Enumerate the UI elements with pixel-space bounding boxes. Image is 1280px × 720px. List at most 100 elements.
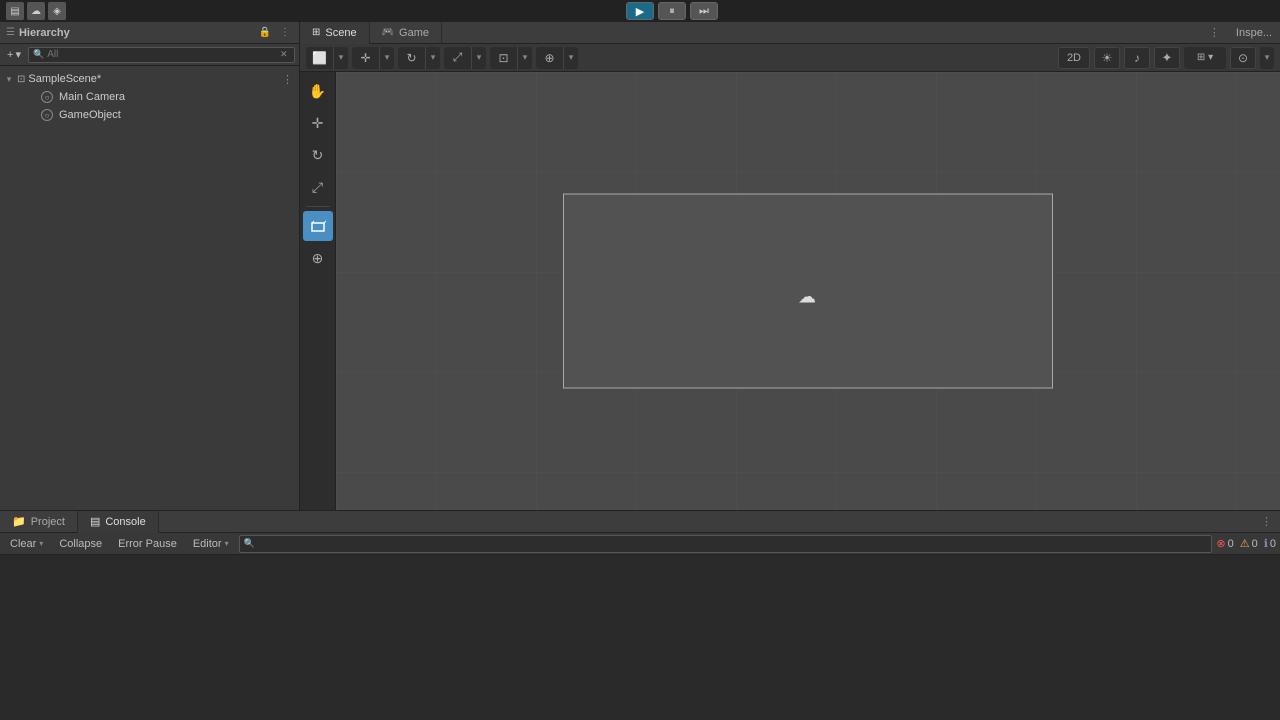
left-tool-scale[interactable]: ⤢: [303, 172, 333, 202]
gameobject-label: GameObject: [59, 109, 121, 121]
tab-game[interactable]: 🎮 Game: [370, 22, 442, 44]
tool-group-rotate: ↻ ▾: [398, 47, 440, 69]
error-icon: ⊗: [1216, 537, 1225, 550]
hierarchy-search-input[interactable]: [47, 49, 274, 60]
hierarchy-lock-btn[interactable]: 🔒: [257, 25, 273, 41]
warning-icon: ⚠: [1240, 537, 1250, 550]
collapse-btn[interactable]: Collapse: [53, 535, 108, 553]
scene-panel: ⊞ Scene 🎮 Game ⋮ Inspe... ⬜ ▾ ✛ ▾: [300, 22, 1280, 510]
console-content: [0, 555, 1280, 720]
pause-button[interactable]: ⏸: [658, 2, 686, 20]
scene-toolbar: ⬜ ▾ ✛ ▾ ↻ ▾ ⤢ ▾ ⊡ ▾ ⊕ ▾: [300, 44, 1280, 72]
left-toolbar: ✋ ✛ ↻ ⤢ ⊕: [300, 72, 336, 510]
scene-tabs: ⊞ Scene 🎮 Game ⋮ Inspe...: [300, 22, 1280, 44]
left-tool-move[interactable]: ✛: [303, 108, 333, 138]
grid-icon[interactable]: ▤: [6, 2, 24, 20]
console-search-input[interactable]: [258, 538, 1208, 549]
scene-tab-label: Scene: [325, 27, 356, 39]
tool-group-combined: ⊕ ▾: [536, 47, 578, 69]
top-bar: ▤ ☁ ◈ ▶ ⏸ ⏭: [0, 0, 1280, 22]
tool-combined-arrow[interactable]: ▾: [564, 47, 578, 69]
hierarchy-panel: ☰ Hierarchy 🔒 ⋮ + ▾ 🔍 ✕ ▾ ⊡ SampleS: [0, 22, 300, 510]
tool-combined-btn[interactable]: ⊕: [536, 47, 564, 69]
editor-btn[interactable]: Editor ▾: [187, 535, 235, 553]
left-tool-hand[interactable]: ✋: [303, 76, 333, 106]
play-button[interactable]: ▶: [626, 2, 654, 20]
tool-rect-btn[interactable]: ⊡: [490, 47, 518, 69]
tool-scale-arrow[interactable]: ▾: [472, 47, 486, 69]
scene-options-btn[interactable]: ⋮: [282, 73, 299, 86]
info-count-display[interactable]: ℹ 0: [1264, 537, 1276, 550]
tool-move-btn[interactable]: ✛: [352, 47, 380, 69]
info-count-label: 0: [1270, 538, 1276, 550]
add-plus-label: +: [7, 49, 13, 61]
tool-select-arrow[interactable]: ▾: [334, 47, 348, 69]
scene-expand-arrow: ▾: [4, 74, 14, 85]
hierarchy-content: ▾ ⊡ SampleScene* ⋮ ○ Main Camera ○ GameO…: [0, 66, 299, 510]
project-tab-icon: 📁: [12, 515, 26, 528]
scene-cloud-icon: ☁: [798, 286, 816, 307]
main-layout: ☰ Hierarchy 🔒 ⋮ + ▾ 🔍 ✕ ▾ ⊡ SampleS: [0, 22, 1280, 510]
2d-toggle-btn[interactable]: 2D: [1058, 47, 1090, 69]
scene-viewport[interactable]: ☁: [336, 72, 1280, 510]
left-tool-rotate[interactable]: ↻: [303, 140, 333, 170]
console-tab-label: Console: [105, 516, 145, 528]
tool-group-select: ⬜ ▾: [306, 47, 348, 69]
error-pause-btn[interactable]: Error Pause: [112, 535, 183, 553]
tool-group-rect: ⊡ ▾: [490, 47, 532, 69]
scene-name-label: SampleScene*: [28, 73, 101, 85]
viewmode-btn[interactable]: ⊞ ▾: [1184, 47, 1226, 69]
warn-count-display[interactable]: ⚠ 0: [1240, 537, 1258, 550]
warn-count-label: 0: [1252, 538, 1258, 550]
left-tool-combined[interactable]: ⊕: [303, 243, 333, 273]
tool-move-arrow[interactable]: ▾: [380, 47, 394, 69]
scene-tabs-more-btn[interactable]: ⋮: [1201, 26, 1228, 39]
clear-btn[interactable]: Clear ▾: [4, 535, 49, 553]
hierarchy-item-main-camera[interactable]: ○ Main Camera: [0, 88, 299, 106]
game-tab-label: Game: [399, 27, 429, 39]
bottom-tab-more-btn[interactable]: ⋮: [1253, 515, 1280, 528]
tool-rect-arrow[interactable]: ▾: [518, 47, 532, 69]
bottom-section: 📁 Project ▤ Console ⋮ Clear ▾ Collapse E…: [0, 510, 1280, 720]
audio-btn[interactable]: ♪: [1124, 47, 1150, 69]
console-counts: ⊗ 0 ⚠ 0 ℹ 0: [1216, 537, 1276, 550]
tool-scale-btn[interactable]: ⤢: [444, 47, 472, 69]
tool-group-viewmode: ⊞ ▾: [1184, 47, 1226, 69]
tool-select-btn[interactable]: ⬜: [306, 47, 334, 69]
hierarchy-header-actions: 🔒 ⋮: [257, 25, 293, 41]
tool-rotate-arrow[interactable]: ▾: [426, 47, 440, 69]
cloud-icon-top[interactable]: ☁: [27, 2, 45, 20]
left-tool-separator: [306, 206, 330, 207]
error-pause-label: Error Pause: [118, 538, 177, 550]
tab-console[interactable]: ▤ Console: [78, 511, 159, 533]
gizmos-btn[interactable]: ⊙: [1230, 47, 1256, 69]
console-toolbar: Clear ▾ Collapse Error Pause Editor ▾ 🔍 …: [0, 533, 1280, 555]
hierarchy-item-gameobject[interactable]: ○ GameObject: [0, 106, 299, 124]
add-arrow-icon: ▾: [15, 48, 21, 61]
tab-scene[interactable]: ⊞ Scene: [300, 22, 370, 44]
error-count-display[interactable]: ⊗ 0: [1216, 537, 1233, 550]
tool-group-move: ✛ ▾: [352, 47, 394, 69]
error-count-label: 0: [1228, 538, 1234, 550]
gizmos-arrow[interactable]: ▾: [1260, 47, 1274, 69]
info-icon: ℹ: [1264, 537, 1268, 550]
hierarchy-more-btn[interactable]: ⋮: [277, 25, 293, 41]
left-tool-rect[interactable]: [303, 211, 333, 241]
game-tab-icon: 🎮: [382, 27, 394, 38]
hierarchy-search-clear-btn[interactable]: ✕: [278, 48, 290, 62]
collab-icon[interactable]: ◈: [48, 2, 66, 20]
game-frame: ☁: [563, 194, 1053, 389]
hierarchy-add-btn[interactable]: + ▾: [4, 47, 24, 62]
hierarchy-search-box: 🔍 ✕: [28, 47, 295, 63]
hierarchy-header: ☰ Hierarchy 🔒 ⋮: [0, 22, 299, 44]
hierarchy-scene-root[interactable]: ▾ ⊡ SampleScene* ⋮: [0, 70, 299, 88]
hierarchy-toolbar: + ▾ 🔍 ✕: [0, 44, 299, 66]
tool-group-gizmos: ▾: [1260, 47, 1274, 69]
inspector-btn[interactable]: Inspe...: [1228, 27, 1280, 39]
fx-btn[interactable]: ✦: [1154, 47, 1180, 69]
lighting-btn[interactable]: ☀: [1094, 47, 1120, 69]
step-button[interactable]: ⏭: [690, 2, 718, 20]
tool-rotate-btn[interactable]: ↻: [398, 47, 426, 69]
tab-project[interactable]: 📁 Project: [0, 511, 78, 533]
top-bar-icons: ▤ ☁ ◈: [6, 2, 66, 20]
